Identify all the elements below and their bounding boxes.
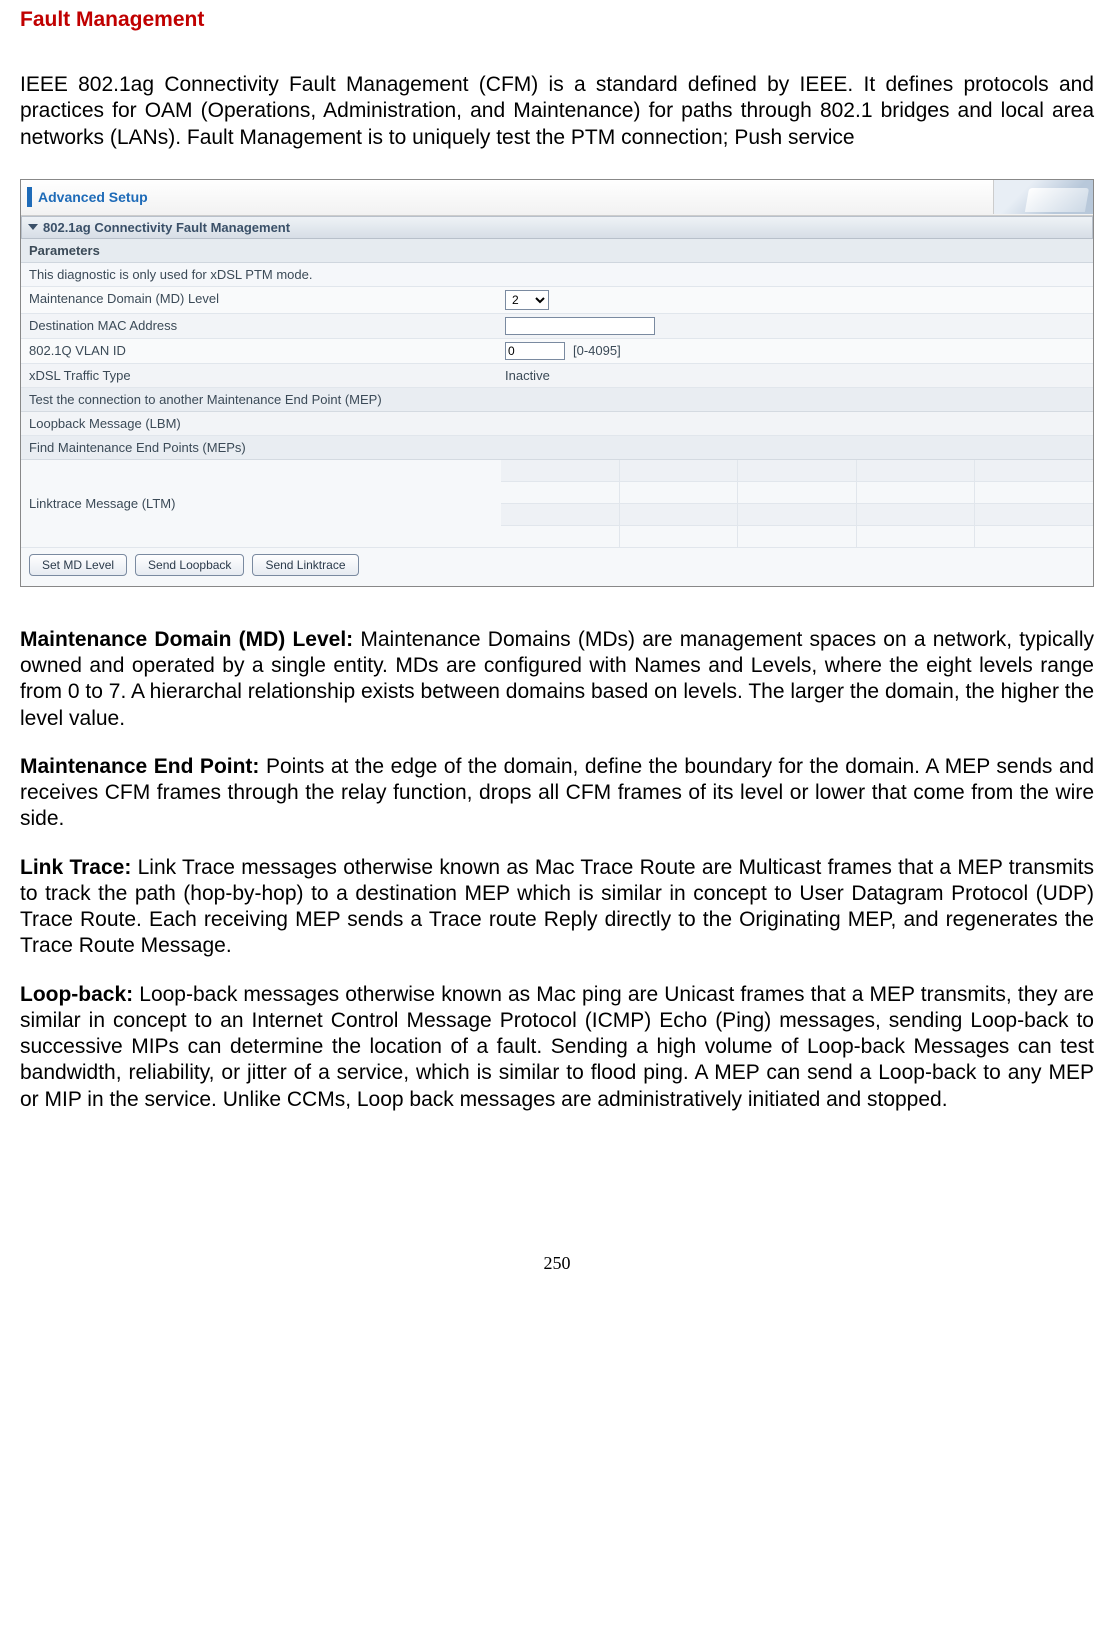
- row-ltm: Linktrace Message (LTM): [21, 460, 1093, 548]
- vlan-label: 802.1Q VLAN ID: [21, 339, 501, 363]
- def-linktrace-text: Link Trace messages otherwise known as M…: [20, 856, 1094, 958]
- dest-mac-label: Destination MAC Address: [21, 314, 501, 338]
- ltm-result-grid: [501, 460, 1093, 547]
- send-linktrace-button[interactable]: Send Linktrace: [252, 554, 358, 576]
- accent-bar-icon: [27, 187, 32, 207]
- row-xdsl: xDSL Traffic Type Inactive: [21, 364, 1093, 388]
- xdsl-value: Inactive: [505, 368, 550, 383]
- def-linktrace-term: Link Trace:: [20, 856, 131, 879]
- parameters-header: Parameters: [21, 239, 1093, 263]
- header-decorative-image: [993, 180, 1093, 214]
- def-md-level-term: Maintenance Domain (MD) Level:: [20, 628, 353, 651]
- page-number: 250: [20, 1253, 1094, 1274]
- dest-mac-input[interactable]: [505, 317, 655, 335]
- def-md-level: Maintenance Domain (MD) Level: Maintenan…: [20, 627, 1094, 732]
- row-vlan: 802.1Q VLAN ID [0-4095]: [21, 339, 1093, 364]
- send-loopback-button[interactable]: Send Loopback: [135, 554, 244, 576]
- intro-paragraph: IEEE 802.1ag Connectivity Fault Manageme…: [20, 72, 1094, 151]
- def-linktrace: Link Trace: Link Trace messages otherwis…: [20, 855, 1094, 960]
- vlan-input[interactable]: [505, 342, 565, 360]
- def-mep-term: Maintenance End Point:: [20, 755, 259, 778]
- def-loopback-term: Loop-back:: [20, 983, 133, 1006]
- row-test-mep: Test the connection to another Maintenan…: [21, 388, 1093, 412]
- md-level-select[interactable]: 2: [505, 290, 549, 310]
- row-dest-mac: Destination MAC Address: [21, 314, 1093, 339]
- row-lbm: Loopback Message (LBM): [21, 412, 1093, 436]
- set-md-level-button[interactable]: Set MD Level: [29, 554, 127, 576]
- page-heading: Fault Management: [20, 8, 1094, 32]
- def-mep: Maintenance End Point: Points at the edg…: [20, 754, 1094, 833]
- ltm-label: Linktrace Message (LTM): [21, 460, 501, 547]
- def-loopback-text: Loop-back messages otherwise known as Ma…: [20, 983, 1094, 1111]
- button-row: Set MD Level Send Loopback Send Linktrac…: [21, 548, 1093, 586]
- section-title: 802.1ag Connectivity Fault Management: [43, 220, 290, 235]
- def-loopback: Loop-back: Loop-back messages otherwise …: [20, 982, 1094, 1113]
- row-md-level: Maintenance Domain (MD) Level 2: [21, 287, 1093, 314]
- md-level-label: Maintenance Domain (MD) Level: [21, 287, 501, 313]
- screenshot-title: Advanced Setup: [38, 189, 148, 205]
- xdsl-label: xDSL Traffic Type: [21, 364, 501, 387]
- lbm-label: Loopback Message (LBM): [21, 412, 501, 435]
- section-bar[interactable]: 802.1ag Connectivity Fault Management: [21, 216, 1093, 239]
- screenshot-header: Advanced Setup: [21, 180, 1093, 216]
- chevron-down-icon: [28, 224, 38, 230]
- row-find-meps: Find Maintenance End Points (MEPs): [21, 436, 1093, 460]
- embedded-screenshot: Advanced Setup 802.1ag Connectivity Faul…: [20, 179, 1094, 587]
- diagnostic-note: This diagnostic is only used for xDSL PT…: [21, 263, 1093, 287]
- vlan-range-hint: [0-4095]: [573, 343, 621, 358]
